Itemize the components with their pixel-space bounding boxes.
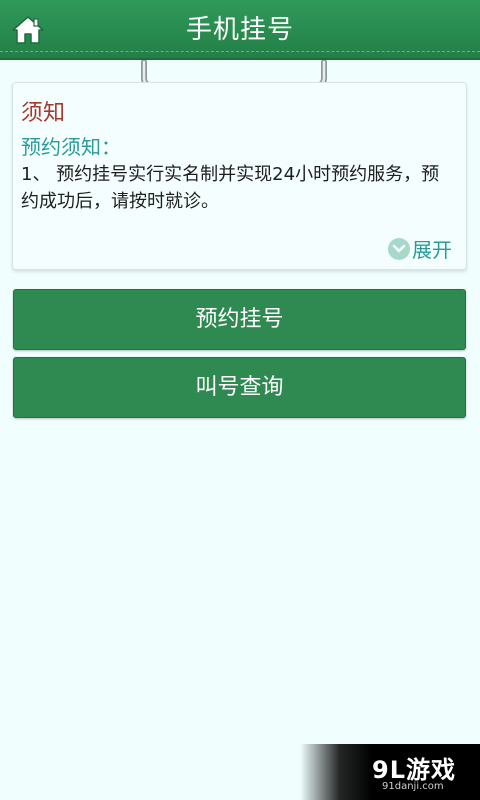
page-title: 手机挂号 [185, 15, 294, 45]
expand-label: 展开 [412, 238, 452, 262]
watermark-logo: 9L游戏 [372, 756, 456, 784]
notice-body: 1、 预约挂号实行实名制并实现24小时预约服务，预约成功后，请按时就诊。 [21, 164, 440, 212]
chevron-down-icon [388, 237, 410, 260]
queue-query-button[interactable]: 叫号查询 [13, 357, 466, 418]
appointment-button[interactable]: 预约挂号 [13, 289, 466, 350]
expand-button[interactable]: 展开 [388, 234, 452, 263]
watermark-url: 91danji.com [382, 781, 444, 792]
header-bar: 手机挂号 [0, 0, 480, 60]
watermark: 9L游戏 91danji.com [300, 744, 480, 800]
notice-card: 须知 预约须知： 1、 预约挂号实行实名制并实现24小时预约服务，预约成功后，请… [12, 82, 467, 270]
notice-subtitle: 预约须知： [21, 135, 121, 159]
notice-title: 须知 [21, 101, 66, 126]
